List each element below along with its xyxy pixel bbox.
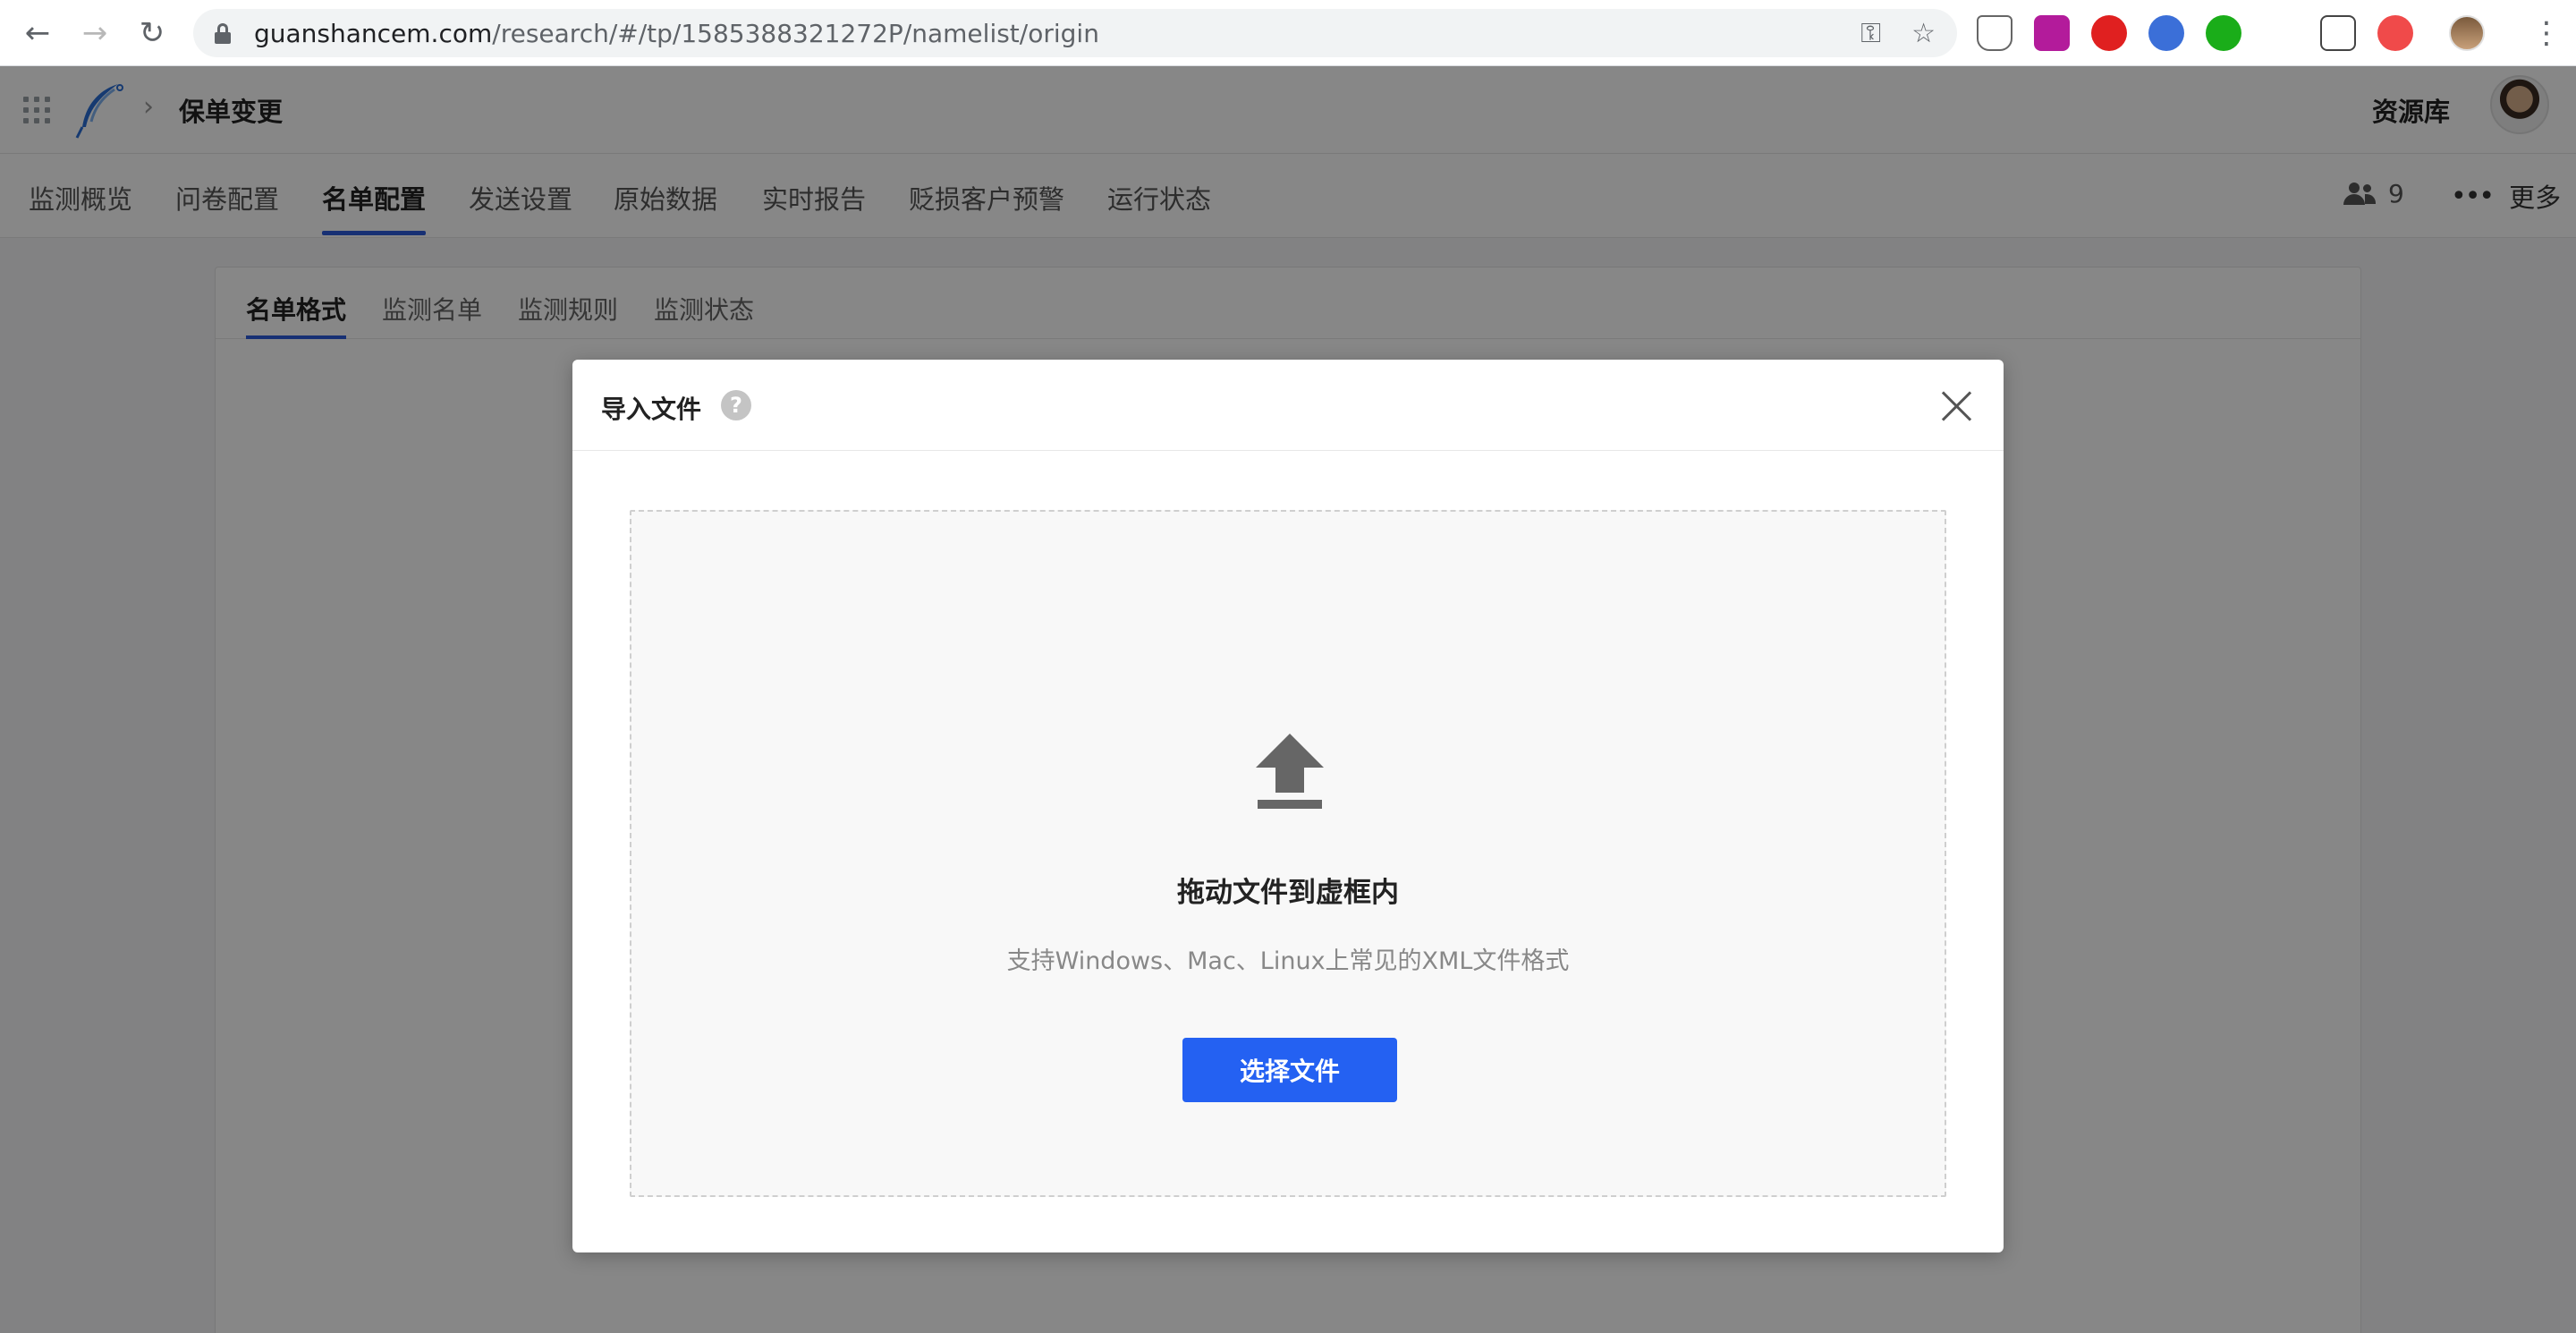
font-extension-icon[interactable]	[2263, 15, 2299, 51]
browser-toolbar: ← → ↻ guanshancem.com/research/#/tp/1585…	[0, 0, 2576, 66]
url-text: guanshancem.com/research/#/tp/1585388321…	[254, 19, 1099, 48]
modal-header: 导入文件 ?	[572, 360, 2004, 451]
bilibili-extension-icon[interactable]	[2377, 15, 2413, 51]
modal-title: 导入文件	[601, 395, 702, 424]
dropzone-title: 拖动文件到虚框内	[1177, 877, 1399, 909]
lock-icon	[215, 23, 231, 44]
choose-file-button[interactable]: 选择文件	[1182, 1038, 1397, 1102]
address-bar[interactable]: guanshancem.com/research/#/tp/1585388321…	[193, 9, 1957, 57]
arrow-left-icon: ←	[24, 14, 51, 51]
arrow-right-icon: →	[81, 14, 108, 51]
url-path: /research/#/tp/1585388321272P/namelist/o…	[492, 18, 1099, 48]
terminal-extension-icon[interactable]	[2320, 15, 2356, 51]
question-icon[interactable]: ?	[721, 390, 751, 420]
forward-button[interactable]: →	[75, 13, 114, 53]
browser-profile-avatar[interactable]	[2449, 15, 2485, 51]
axure-extension-icon[interactable]	[2034, 15, 2070, 51]
back-button[interactable]: ←	[18, 13, 57, 53]
key-icon[interactable]: ⚿	[1860, 18, 1881, 49]
dropzone-hint: 支持Windows、Mac、Linux上常见的XML文件格式	[1006, 947, 1570, 975]
extensions-bar: ⋮	[1977, 11, 2562, 55]
file-dropzone[interactable]: 拖动文件到虚框内 支持Windows、Mac、Linux上常见的XML文件格式 …	[630, 510, 1946, 1197]
star-icon[interactable]: ☆	[1911, 18, 1936, 49]
url-host: guanshancem.com	[254, 18, 493, 48]
adblock-extension-icon[interactable]	[2091, 15, 2127, 51]
browser-menu-icon[interactable]: ⋮	[2531, 18, 2562, 48]
import-file-modal: 导入文件 ? 拖动文件到虚框内 支持Windows、Mac、Linux上常见的X…	[572, 360, 2004, 1252]
translate-extension-icon[interactable]	[2148, 15, 2184, 51]
loop-extension-icon[interactable]	[2206, 15, 2241, 51]
reload-button[interactable]: ↻	[132, 13, 172, 53]
reload-icon: ↻	[139, 14, 165, 51]
shield-extension-icon[interactable]	[1977, 15, 2012, 51]
upload-icon	[1256, 734, 1324, 809]
close-icon[interactable]	[1939, 388, 1973, 422]
